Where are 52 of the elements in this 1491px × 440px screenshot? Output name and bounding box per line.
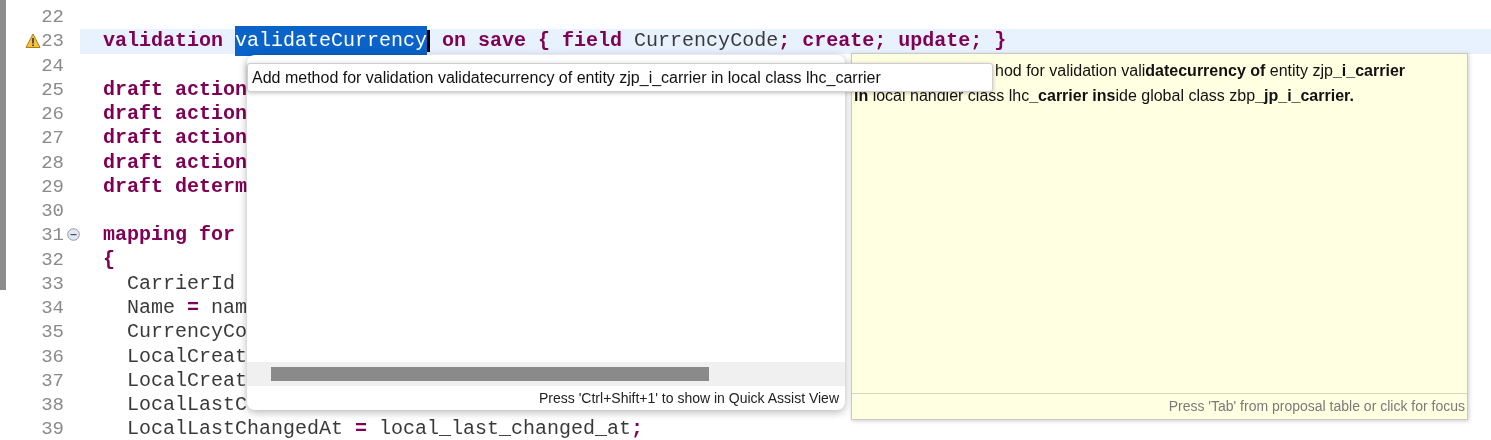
code-text: CarrierId xyxy=(127,270,236,297)
focus-hint: Press 'Tab' from proposal table or click for focus xyxy=(1168,397,1465,416)
line-number: 23 xyxy=(41,29,64,54)
line-number: 31 xyxy=(41,223,64,248)
code-text: LocalLastChangedAt xyxy=(127,416,345,440)
code-keyword: { xyxy=(103,246,115,273)
code-text: CurrencyCode xyxy=(634,28,779,55)
code-text: Name xyxy=(127,295,176,322)
code-keyword: validation xyxy=(103,28,225,55)
code-keyword: ; xyxy=(631,416,644,440)
code-text: LocalCreat xyxy=(127,343,248,370)
line-number: 39 xyxy=(41,417,64,440)
code-keyword: ; create; update; } xyxy=(778,28,1007,55)
code-keyword: on save { field xyxy=(441,28,624,55)
code-keyword: draft determ xyxy=(103,173,248,200)
code-keyword: draft action xyxy=(103,125,248,152)
code-keyword: draft action xyxy=(103,149,248,176)
line-number: 36 xyxy=(41,344,64,369)
collapse-icon[interactable] xyxy=(67,228,80,242)
line-number: 37 xyxy=(41,368,64,393)
warning-icon xyxy=(25,33,41,50)
proposal-tooltip: Add method for validation validatecurrency of entity zjp_i_carrier in local class lhc_carrier xyxy=(247,63,993,92)
code-text: CurrencyCo xyxy=(127,319,248,346)
horizontal-scrollbar[interactable] xyxy=(247,362,845,386)
code-keyword: = xyxy=(355,416,368,440)
scrollbar-thumb[interactable] xyxy=(271,367,709,381)
line-number: 32 xyxy=(41,247,64,272)
line-number: 30 xyxy=(41,199,64,223)
editor-scrollbar[interactable] xyxy=(0,0,6,290)
line-number: 28 xyxy=(41,150,64,175)
line-number: 22 xyxy=(41,5,64,29)
code-keyword: mapping for xyxy=(103,222,236,249)
code-keyword: draft action xyxy=(103,101,248,128)
text-cursor xyxy=(427,30,431,53)
proposal-description: hod for validation validatecurrency of entity zjp_i_carrier xyxy=(995,62,1405,79)
code-text: LocalLastC xyxy=(127,392,248,419)
line-number: 35 xyxy=(41,320,64,345)
quick-assist-hint: Press 'Ctrl+Shift+1' to show in Quick Assist View xyxy=(539,388,839,408)
code-text: local_last_changed_at xyxy=(378,416,632,440)
selected-code-text: validateCurrency xyxy=(235,26,428,57)
line-number: 27 xyxy=(41,126,64,151)
line-number: 26 xyxy=(41,102,64,126)
code-text: LocalCreat xyxy=(127,367,248,394)
code-keyword: = xyxy=(187,295,200,322)
line-number: 33 xyxy=(41,271,64,296)
line-number: 24 xyxy=(41,53,64,78)
line-number: 29 xyxy=(41,174,64,199)
line-number: 34 xyxy=(41,296,64,320)
code-keyword: draft action xyxy=(103,76,248,103)
code-text: nam xyxy=(210,295,248,322)
line-number: 38 xyxy=(41,393,64,417)
line-number: 25 xyxy=(41,77,64,102)
